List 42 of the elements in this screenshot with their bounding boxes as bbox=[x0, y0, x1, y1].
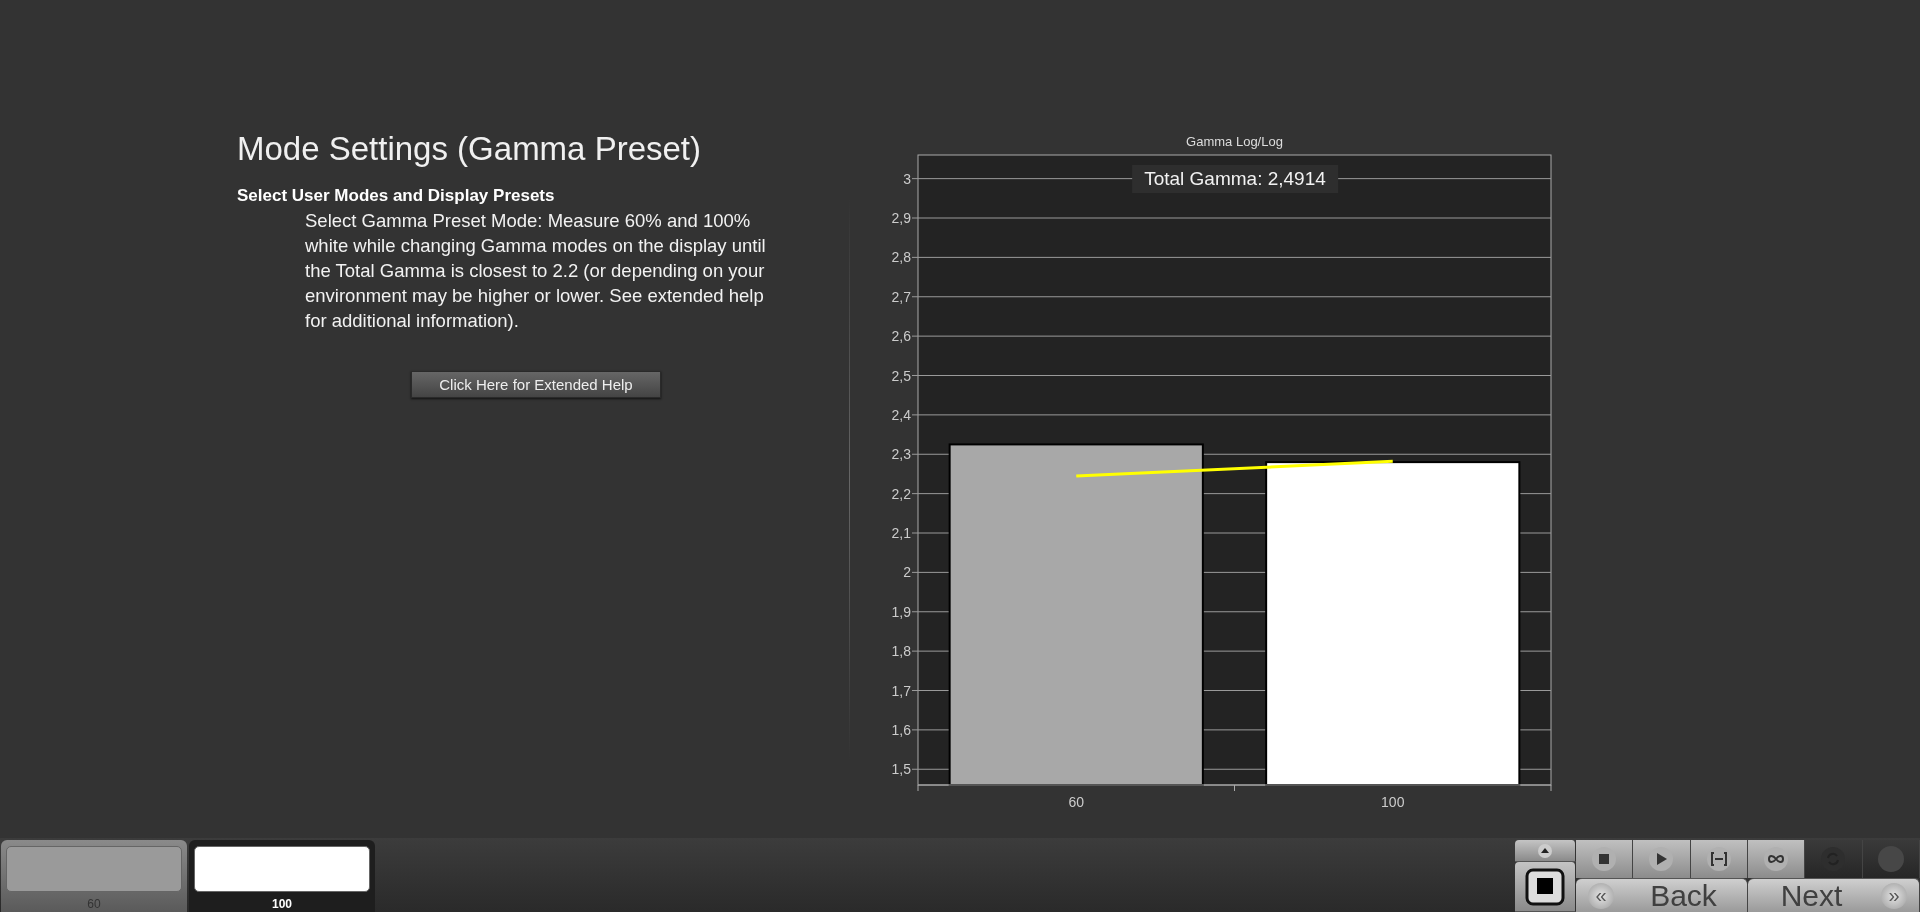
y-tick-label: 3 bbox=[903, 170, 911, 187]
infinity-icon bbox=[1763, 846, 1790, 872]
stop-icon bbox=[1525, 867, 1565, 906]
page-title: Mode Settings (Gamma Preset) bbox=[237, 130, 702, 168]
y-tick-label: 2,8 bbox=[891, 249, 911, 266]
swatch-label: 100 bbox=[272, 897, 292, 911]
y-tick-label: 1,7 bbox=[891, 682, 911, 699]
y-tick-label: 2,6 bbox=[891, 328, 911, 345]
bracket-arrows-icon bbox=[1705, 846, 1732, 872]
play-icon bbox=[1648, 846, 1675, 872]
extended-help-button[interactable]: Click Here for Extended Help bbox=[411, 371, 661, 398]
toolbar-button[interactable] bbox=[1633, 840, 1691, 878]
stop-icon bbox=[1591, 846, 1618, 872]
y-tick-label: 1,9 bbox=[891, 603, 911, 620]
chevron-icon: « bbox=[1588, 882, 1614, 909]
scroll-up-button[interactable] bbox=[1515, 840, 1576, 862]
section-heading: Select User Modes and Display Presets bbox=[237, 186, 556, 206]
circle-icon bbox=[1877, 846, 1904, 872]
y-tick-label: 2,5 bbox=[891, 367, 911, 384]
y-tick-label: 2,2 bbox=[891, 485, 911, 502]
y-tick-label: 2,3 bbox=[891, 446, 911, 463]
chart-title: Gamma Log/Log bbox=[1186, 134, 1283, 149]
y-tick-label: 1,6 bbox=[891, 721, 911, 738]
toolbar-button[interactable] bbox=[1576, 840, 1634, 878]
chevron-icon: » bbox=[1881, 882, 1907, 909]
swatch-tab[interactable]: 100 bbox=[189, 840, 375, 912]
y-tick-label: 1,8 bbox=[891, 643, 911, 660]
nav-button[interactable]: « Back bbox=[1576, 878, 1748, 912]
total-gamma-label: Total Gamma: 2,4914 bbox=[1132, 165, 1338, 193]
toolbar-button[interactable] bbox=[1690, 840, 1748, 878]
y-tick-label: 2,9 bbox=[891, 210, 911, 226]
toolbar-button[interactable] bbox=[1748, 840, 1806, 878]
x-tick-label: 60 bbox=[1068, 794, 1085, 810]
x-tick-label: 100 bbox=[1381, 794, 1405, 810]
instructions-text: Select Gamma Preset Mode: Measure 60% and 100% white while changing Gamma modes on the display until the Total Gamma is closest to 2.2 (or depending on your environment may be higher or lower. See extended help for additional information). bbox=[305, 209, 767, 333]
y-tick-label: 2,4 bbox=[891, 406, 911, 423]
y-tick-label: 2,1 bbox=[891, 525, 911, 541]
y-tick-label: 2 bbox=[903, 564, 911, 581]
y-tick-label: 1,5 bbox=[891, 761, 911, 778]
nav-button[interactable]: » Next bbox=[1748, 878, 1920, 912]
y-tick-label: 2,7 bbox=[891, 288, 911, 305]
stop-button[interactable] bbox=[1515, 862, 1576, 912]
